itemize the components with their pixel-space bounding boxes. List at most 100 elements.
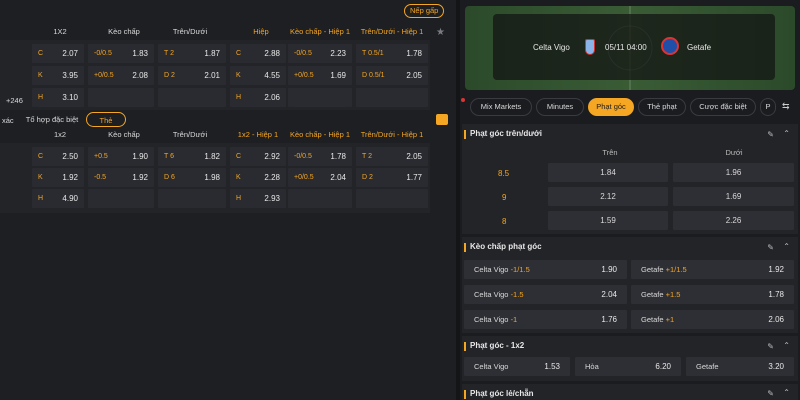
more-markets-count[interactable]: +246 [6, 96, 23, 105]
market-tabs: Mix Markets Minutes Phạt góc Thẻ phạt Cư… [460, 98, 800, 118]
odds-cell[interactable]: D 2 2.01 [158, 66, 226, 85]
odds-cell[interactable]: D 6 1.98 [158, 168, 226, 187]
odds-cell[interactable]: +0.5 1.90 [88, 147, 154, 166]
odds-cell[interactable]: Celta Vigo -1/1.5 1.90 [464, 260, 627, 279]
star-icon[interactable]: ★ [436, 27, 445, 38]
odds-cell[interactable]: T 2 1.87 [158, 44, 226, 63]
odds-cell[interactable]: 1.84 [548, 163, 668, 182]
odds-cell[interactable]: Celta Vigo -1 1.76 [464, 310, 627, 329]
header-handicap: Kèo chấp [108, 27, 140, 36]
empty-cell [158, 189, 226, 208]
odds-cell[interactable]: T 6 1.82 [158, 147, 226, 166]
stats-icon[interactable] [436, 114, 448, 125]
header-1x2-h1: 1x2 - Hiệp 1 [237, 130, 279, 139]
header-over-under-h1: Trên/Dưới - Hiệp 1 [360, 27, 424, 36]
tab-cards[interactable]: Thẻ [86, 112, 126, 127]
section-title[interactable]: Kèo chấp phạt góc [462, 237, 798, 257]
odds-cell[interactable]: C 2.50 [32, 147, 84, 166]
odds-cell[interactable]: Getafe +1 2.06 [631, 310, 794, 329]
home-team-name: Celta Vigo [533, 43, 570, 52]
corners-1x2-section: Phạt góc - 1x2 ✎ ⌃ Celta Vigo 1.53 Hòa 6.2… [462, 336, 798, 381]
line-value: 8.5 [498, 169, 510, 178]
tab-special-combo[interactable]: Tổ hợp đặc biệt [22, 112, 82, 127]
odds-cell[interactable]: 2.26 [673, 211, 794, 230]
header-handicap-h1: Kèo chấp - Hiệp 1 [289, 27, 351, 36]
odds-cell[interactable]: D 0.5/1 2.05 [356, 66, 428, 85]
section-title[interactable]: Phạt góc trên/dưới [462, 124, 798, 144]
odds-cell[interactable]: Getafe +1.5 1.78 [631, 285, 794, 304]
away-team-name: Getafe [687, 43, 712, 52]
under-header: Dưới [725, 148, 743, 157]
header-handicap-h1: Kèo chấp - Hiệp 1 [289, 130, 351, 139]
odds-cell[interactable]: +0/0.5 2.08 [88, 66, 154, 85]
pin-icon[interactable]: ✎ [767, 130, 774, 139]
odds-cell[interactable]: +0/0.5 2.04 [288, 168, 352, 187]
empty-cell [88, 88, 154, 107]
getafe-logo-icon [661, 37, 679, 55]
odds-cell[interactable]: K 1.92 [32, 168, 84, 187]
pin-icon[interactable]: ✎ [767, 389, 774, 398]
collapse-icon[interactable]: ⌃ [783, 388, 790, 397]
fold-button[interactable]: Nếp gấp [404, 4, 445, 18]
scoreboard: Celta Vigo 05/11 04:00 Getafe [493, 14, 775, 80]
collapse-icon[interactable]: ⌃ [783, 129, 790, 138]
section-title[interactable]: Phạt góc - 1x2 [462, 336, 798, 356]
odds-cell[interactable]: Getafe +1/1.5 1.92 [631, 260, 794, 279]
odds-cell[interactable]: D 2 1.77 [356, 168, 428, 187]
odds-cell[interactable]: -0/0.5 1.78 [288, 147, 352, 166]
collapse-icon[interactable]: ⌃ [783, 341, 790, 350]
tab-cards[interactable]: Thẻ phạt [638, 98, 686, 116]
celta-vigo-logo-icon [585, 39, 595, 55]
tab-more[interactable]: P [760, 98, 776, 116]
odds-cell[interactable]: 1.96 [673, 163, 794, 182]
odds-cell[interactable]: -0/0.5 2.23 [288, 44, 352, 63]
tab-mix-markets[interactable]: Mix Markets [470, 98, 532, 116]
match-time: 05/11 04:00 [605, 43, 647, 52]
odds-cell[interactable]: Celta Vigo 1.53 [464, 357, 570, 376]
collapse-icon[interactable]: ⌃ [783, 242, 790, 251]
odds-cell[interactable]: C 2.07 [32, 44, 84, 63]
pin-icon[interactable]: ✎ [767, 342, 774, 351]
odds-cell[interactable]: -0/0.5 1.83 [88, 44, 154, 63]
header-1x2: 1X2 [53, 27, 67, 36]
tab-special[interactable]: Cược đặc biệt [690, 98, 756, 116]
odds-cell[interactable]: C 2.92 [230, 147, 286, 166]
odds-cell[interactable]: H 4.90 [32, 189, 84, 208]
tab-minutes[interactable]: Minutes [536, 98, 584, 116]
odds-cell[interactable]: Hòa 6.20 [575, 357, 681, 376]
line-value: 9 [502, 193, 507, 202]
odds-cell[interactable]: K 4.55 [230, 66, 286, 85]
odds-cell[interactable]: K 3.95 [32, 66, 84, 85]
line-value: 8 [502, 217, 507, 226]
odds-table-panel: Nếp gấp 1X2 Kèo chấp Trên/Dưới Hiệp Kèo … [0, 0, 456, 400]
empty-cell [158, 88, 226, 107]
odds-cell[interactable]: 1.69 [673, 187, 794, 206]
empty-cell [356, 88, 428, 107]
over-header: Trên [602, 148, 618, 157]
odds-cell[interactable]: T 2 2.05 [356, 147, 428, 166]
odds-cell[interactable]: Celta Vigo -1.5 2.04 [464, 285, 627, 304]
empty-cell [356, 189, 428, 208]
pin-icon[interactable]: ✎ [767, 243, 774, 252]
odds-cell[interactable]: Getafe 3.20 [686, 357, 794, 376]
odds-cell[interactable]: H 3.10 [32, 88, 84, 107]
odds-cell[interactable]: T 0.5/1 1.78 [356, 44, 428, 63]
odds-cell[interactable]: C 2.88 [230, 44, 286, 63]
menu-icon[interactable]: ⇆ [782, 101, 790, 112]
tab-corners[interactable]: Phạt góc [588, 98, 634, 116]
odds-cell[interactable]: -0.5 1.92 [88, 168, 154, 187]
match-detail-panel: Celta Vigo 05/11 04:00 Getafe Mix Market… [460, 0, 800, 400]
odds-cell[interactable]: 2.12 [548, 187, 668, 206]
corners-over-under-section: Phạt góc trên/dưới ✎ ⌃ Trên Dưới 8.5 1.8… [462, 124, 798, 234]
odds-cell[interactable]: H 2.06 [230, 88, 286, 107]
odds-cell[interactable]: K 2.28 [230, 168, 286, 187]
odds-cell[interactable]: 1.59 [548, 211, 668, 230]
header-over-under-h1: Trên/Dưới - Hiệp 1 [360, 130, 424, 139]
tab-partial[interactable]: xác [2, 116, 14, 125]
odds-cell[interactable]: H 2.93 [230, 189, 286, 208]
pitch-background: Celta Vigo 05/11 04:00 Getafe [465, 6, 795, 90]
header-over-under: Trên/Dưới [172, 130, 208, 139]
empty-cell [288, 88, 352, 107]
odds-cell[interactable]: +0/0.5 1.69 [288, 66, 352, 85]
section-title[interactable]: Phạt góc lẻ/chẵn [462, 384, 798, 400]
